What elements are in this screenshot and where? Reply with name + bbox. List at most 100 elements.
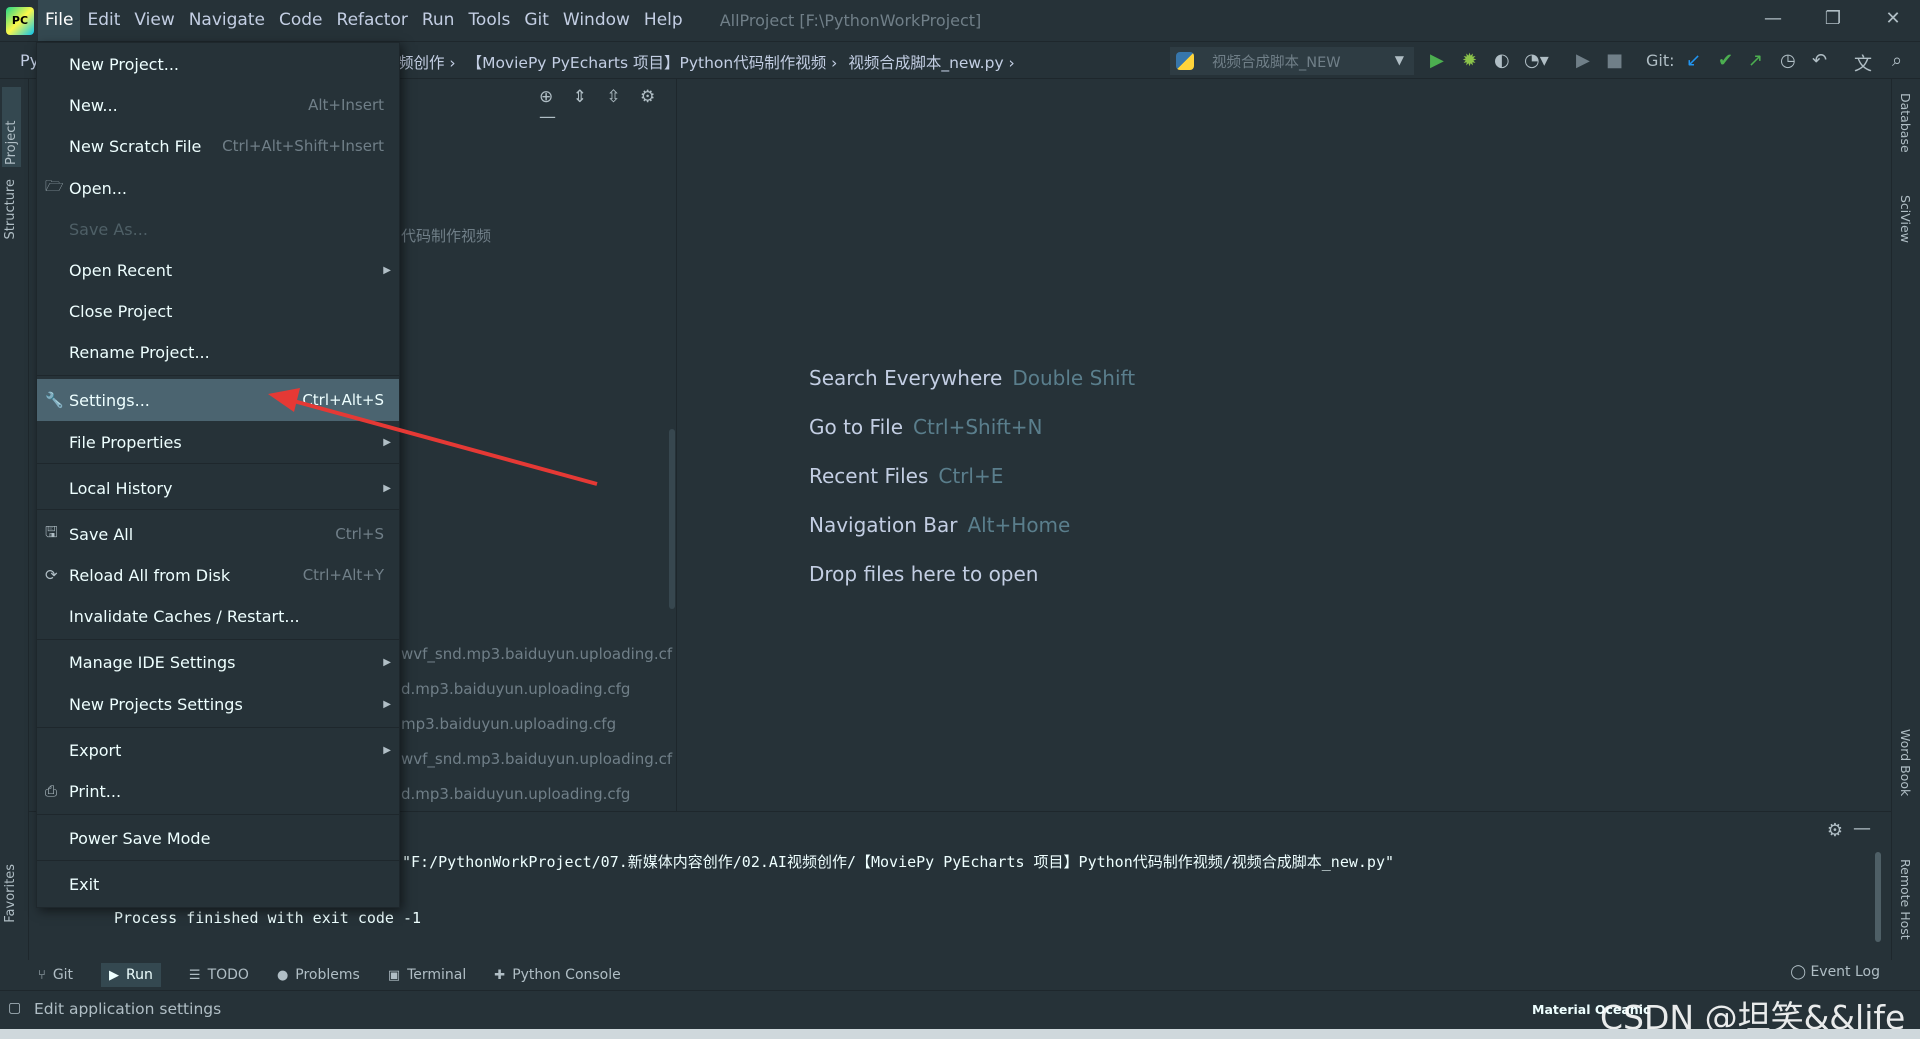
run-configuration-select[interactable]: 视频合成脚本_NEW ▼ bbox=[1170, 47, 1414, 75]
tree-file[interactable]: d.mp3.baiduyun.uploading.cfg bbox=[401, 680, 630, 698]
minimize-button[interactable]: — bbox=[1746, 0, 1800, 41]
tool-tab-favorites[interactable]: Favorites bbox=[3, 864, 18, 923]
event-log-icon: ◯ bbox=[1790, 964, 1811, 980]
locate-icon[interactable]: ⊕ bbox=[539, 87, 553, 107]
menu-item-new-projects-settings[interactable]: New Projects Settings ▶ bbox=[37, 685, 399, 723]
menu-item-local-history[interactable]: Local History ▶ bbox=[37, 469, 399, 507]
menu-item-reload-from-disk[interactable]: ⟳ Reload All from Disk Ctrl+Alt+Y bbox=[37, 556, 399, 594]
tool-tab-database[interactable]: Database bbox=[1898, 93, 1913, 153]
menu-view[interactable]: View bbox=[127, 0, 181, 41]
menu-code[interactable]: Code bbox=[272, 0, 330, 41]
tab-terminal[interactable]: ▣ Terminal bbox=[388, 967, 466, 983]
menu-item-print[interactable]: ⎙ Print... bbox=[37, 772, 399, 810]
menu-window[interactable]: Window bbox=[556, 0, 637, 41]
menu-item-new-scratch-file[interactable]: New Scratch File Ctrl+Alt+Shift+Insert bbox=[37, 127, 399, 165]
menu-item-close-project[interactable]: Close Project bbox=[37, 292, 399, 330]
tab-problems[interactable]: ● Problems bbox=[277, 967, 360, 983]
translate-icon[interactable]: 文 bbox=[1854, 50, 1872, 76]
tool-tab-project[interactable]: Project bbox=[2, 87, 21, 167]
menu-item-invalidate-caches[interactable]: Invalidate Caches / Restart... bbox=[37, 597, 399, 635]
bottom-tool-tabs: ⑂ Git ▶ Run ☰ TODO ● Problems ▣ Terminal ✚ Pyt… bbox=[0, 960, 1920, 990]
menu-separator bbox=[37, 463, 399, 464]
tab-todo[interactable]: ☰ TODO bbox=[189, 967, 249, 983]
stop-icon[interactable]: ■ bbox=[1606, 50, 1623, 71]
panel-toolbar: ⊕ ⇕ ⇳ ⚙ — bbox=[539, 87, 676, 127]
status-bar: ▢ Edit application settings Material Oce… bbox=[0, 990, 1920, 1037]
menu-separator bbox=[37, 509, 399, 510]
menu-item-open[interactable]: 🗁 Open... bbox=[37, 169, 399, 207]
breadcrumb-item[interactable]: 【MoviePy PyEcharts 项目】Python代码制作视频 › bbox=[467, 54, 838, 72]
menu-git[interactable]: Git bbox=[517, 0, 556, 41]
left-tool-stripe: Project Structure Favorites bbox=[0, 79, 29, 970]
profile-icon[interactable]: ◔▾ bbox=[1524, 50, 1549, 71]
python-console-icon: ✚ bbox=[494, 967, 506, 983]
hide-icon[interactable]: — bbox=[539, 107, 556, 127]
menu-item-rename-project[interactable]: Rename Project... bbox=[37, 333, 399, 371]
tab-run[interactable]: ▶ Run bbox=[101, 963, 161, 987]
hide-icon[interactable]: — bbox=[1853, 818, 1871, 839]
close-window-button[interactable]: ✕ bbox=[1866, 0, 1920, 41]
rollback-icon[interactable]: ↶ bbox=[1812, 50, 1827, 71]
menu-tools[interactable]: Tools bbox=[461, 0, 517, 41]
menu-file[interactable]: File bbox=[38, 0, 81, 41]
menu-item-power-save-mode[interactable]: Power Save Mode bbox=[37, 819, 399, 857]
menu-item-file-properties[interactable]: File Properties ▶ bbox=[37, 423, 399, 461]
menu-item-open-recent[interactable]: Open Recent ▶ bbox=[37, 251, 399, 289]
panel-scrollbar[interactable] bbox=[669, 429, 675, 609]
editor-empty-state: Search Everywhere Double Shift Go to File… bbox=[677, 79, 1891, 811]
submenu-arrow-icon: ▶ bbox=[383, 698, 391, 710]
tree-file[interactable]: wvf_snd.mp3.baiduyun.uploading.cf bbox=[401, 750, 672, 768]
tree-folder[interactable]: 代码制作视频 bbox=[401, 225, 491, 246]
menu-item-manage-ide-settings[interactable]: Manage IDE Settings ▶ bbox=[37, 643, 399, 681]
menu-item-export[interactable]: Export ▶ bbox=[37, 731, 399, 769]
hint-navigation-bar: Navigation Bar Alt+Home bbox=[809, 513, 1071, 537]
tool-tab-word-book[interactable]: Word Book bbox=[1898, 729, 1913, 796]
menu-separator bbox=[37, 814, 399, 815]
git-push-icon[interactable]: ↗ bbox=[1748, 50, 1763, 71]
git-commit-icon[interactable]: ✔ bbox=[1718, 50, 1733, 71]
gear-icon[interactable]: ⚙ bbox=[1827, 820, 1843, 841]
chevron-down-icon: ▼ bbox=[1394, 53, 1404, 67]
run-scrollbar[interactable] bbox=[1875, 852, 1881, 942]
debug-icon[interactable]: ✹ bbox=[1462, 50, 1477, 71]
tool-tab-remote-host[interactable]: Remote Host bbox=[1898, 859, 1913, 940]
search-icon[interactable]: ⌕ bbox=[1892, 50, 1902, 71]
collapse-all-icon[interactable]: ⇳ bbox=[606, 87, 620, 107]
menu-item-new-project[interactable]: New Project... bbox=[37, 45, 399, 83]
menu-item-settings[interactable]: 🔧 Settings... Ctrl+Alt+S bbox=[37, 379, 399, 421]
tool-tab-structure[interactable]: Structure bbox=[3, 179, 18, 239]
tree-file[interactable]: d.mp3.baiduyun.uploading.cfg bbox=[401, 785, 630, 803]
git-update-icon[interactable]: ↙ bbox=[1686, 50, 1701, 71]
menu-item-exit[interactable]: Exit bbox=[37, 865, 399, 903]
run-icon[interactable]: ▶ bbox=[1430, 50, 1444, 71]
tree-file[interactable]: wvf_snd.mp3.baiduyun.uploading.cf bbox=[401, 645, 672, 663]
python-icon bbox=[1176, 52, 1194, 70]
toggle-tool-windows-icon[interactable]: ▢ bbox=[8, 1000, 21, 1016]
breadcrumb-item[interactable]: 频创作 › bbox=[398, 54, 456, 72]
history-icon[interactable]: ◷ bbox=[1780, 50, 1796, 71]
menu-run[interactable]: Run bbox=[415, 0, 462, 41]
save-icon: 🖫 bbox=[45, 522, 58, 541]
menu-refactor[interactable]: Refactor bbox=[330, 0, 415, 41]
menu-item-new[interactable]: New... Alt+Insert bbox=[37, 86, 399, 124]
menu-help[interactable]: Help bbox=[637, 0, 690, 41]
gear-icon[interactable]: ⚙ bbox=[640, 87, 655, 107]
tab-git[interactable]: ⑂ Git bbox=[38, 967, 73, 983]
right-tool-stripe: Database SciView Word Book Remote Host bbox=[1891, 79, 1920, 970]
reload-icon: ⟳ bbox=[45, 566, 58, 584]
run-secondary-icon[interactable]: ▶ bbox=[1576, 50, 1590, 71]
menu-navigate[interactable]: Navigate bbox=[182, 0, 272, 41]
git-label: Git: bbox=[1646, 51, 1675, 70]
tree-file[interactable]: mp3.baiduyun.uploading.cfg bbox=[401, 715, 616, 733]
breadcrumb-item[interactable]: 视频合成脚本_new.py › bbox=[848, 54, 1014, 72]
menu-item-save-all[interactable]: 🖫 Save All Ctrl+S bbox=[37, 515, 399, 553]
menu-edit[interactable]: Edit bbox=[80, 0, 127, 41]
coverage-icon[interactable]: ◐ bbox=[1494, 50, 1510, 71]
tab-python-console[interactable]: ✚ Python Console bbox=[494, 967, 620, 983]
tool-tab-sciview[interactable]: SciView bbox=[1898, 195, 1913, 243]
window-title: AllProject [F:\PythonWorkProject] bbox=[719, 11, 982, 30]
status-text: Edit application settings bbox=[34, 1000, 222, 1018]
expand-all-icon[interactable]: ⇕ bbox=[573, 87, 587, 107]
event-log-button[interactable]: ◯ Event Log bbox=[1790, 964, 1880, 980]
restore-button[interactable]: ❐ bbox=[1806, 0, 1860, 41]
